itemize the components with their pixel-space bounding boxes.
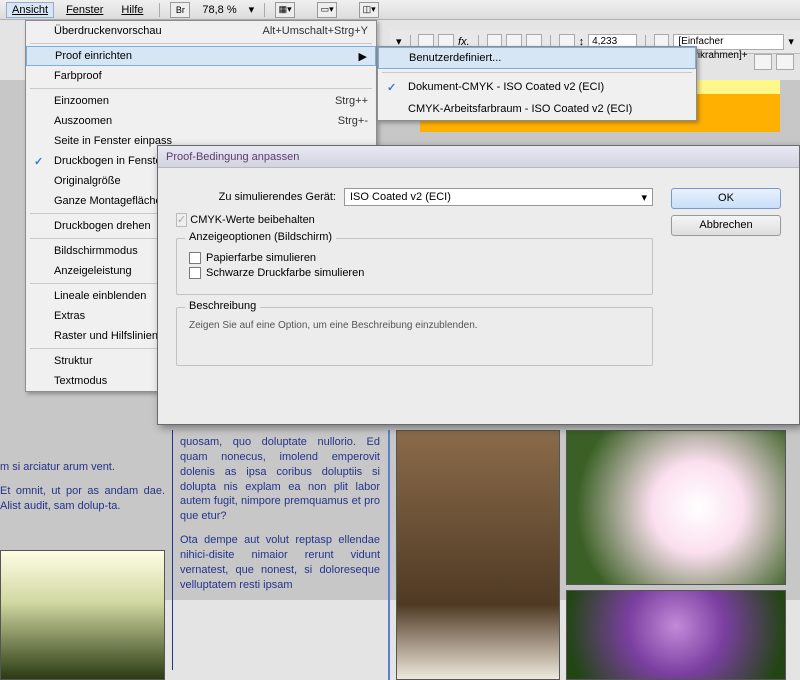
view-mode-icon[interactable]: ▦▾ — [275, 2, 295, 18]
description-legend: Beschreibung — [185, 300, 260, 312]
menu-proof-einrichten[interactable]: Proof einrichten▶ — [26, 46, 376, 66]
menu-fenster[interactable]: Fenster — [60, 2, 109, 18]
text-column-2: quosam, quo doluptate nullorio. Ed quam … — [180, 435, 380, 601]
device-select[interactable]: ISO Coated v2 (ECI)▾ — [344, 188, 653, 206]
screen-mode-icon[interactable]: ▭▾ — [317, 2, 337, 18]
export-icon-1[interactable] — [754, 54, 772, 70]
chevron-right-icon: ▶ — [359, 50, 367, 63]
device-label: Zu simulierendes Gerät: — [176, 191, 336, 203]
cancel-button[interactable]: Abbrechen — [671, 215, 781, 236]
proof-dialog: Proof-Bedingung anpassen Zu simulierende… — [157, 145, 800, 425]
dialog-title: Proof-Bedingung anpassen — [158, 146, 799, 168]
submenu-benutzerdefiniert[interactable]: Benutzerdefiniert... — [378, 47, 696, 69]
menu-ansicht[interactable]: Ansicht — [6, 2, 54, 18]
check-icon: ✓ — [176, 213, 187, 227]
description-text: Zeigen Sie auf eine Option, um eine Besc… — [189, 320, 640, 331]
submenu-cmyk-arbeitsfarbraum[interactable]: CMYK-Arbeitsfarbraum - ISO Coated v2 (EC… — [378, 98, 696, 120]
bridge-icon[interactable]: Br — [170, 2, 190, 18]
image-frame-3[interactable] — [566, 590, 786, 680]
keep-cmyk-checkbox: ✓ CMYK-Werte beibehalten — [176, 214, 653, 226]
black-ink-checkbox[interactable]: Schwarze Druckfarbe simulieren — [189, 267, 640, 279]
image-frame-2[interactable] — [566, 430, 786, 585]
image-landscape — [0, 550, 165, 680]
arrange-icon[interactable]: ◫▾ — [359, 2, 379, 18]
zoom-level[interactable]: 78,8 % — [196, 4, 242, 16]
menu-auszoomen[interactable]: AuszoomenStrg+- — [26, 111, 376, 131]
display-options-legend: Anzeigeoptionen (Bildschirm) — [185, 231, 336, 243]
menubar: Ansicht Fenster Hilfe Br 78,8 % ▾ ▦▾ ▭▾ … — [0, 0, 800, 20]
submenu-dokument-cmyk[interactable]: ✓Dokument-CMYK - ISO Coated v2 (ECI) — [378, 76, 696, 98]
chevron-down-icon[interactable]: ▾ — [249, 3, 255, 16]
menu-farbproof[interactable]: Farbproof — [26, 66, 376, 86]
export-icon-2[interactable] — [776, 54, 794, 70]
proof-submenu: Benutzerdefiniert... ✓Dokument-CMYK - IS… — [377, 46, 697, 121]
menu-ueberdrucken[interactable]: ÜberdruckenvorschauAlt+Umschalt+Strg+Y — [26, 21, 376, 41]
chevron-down-icon[interactable]: ▾ — [788, 35, 794, 48]
text-column-1: m si arciatur arum vent. Et omnit, ut po… — [0, 460, 165, 523]
chevron-down-icon: ▾ — [641, 191, 647, 204]
menu-hilfe[interactable]: Hilfe — [115, 2, 149, 18]
paper-color-checkbox[interactable]: Papierfarbe simulieren — [189, 252, 640, 264]
image-frame-1[interactable] — [396, 430, 560, 680]
ok-button[interactable]: OK — [671, 188, 781, 209]
menu-einzoomen[interactable]: EinzoomenStrg++ — [26, 91, 376, 111]
check-icon: ✓ — [387, 81, 396, 94]
check-icon: ✓ — [34, 155, 43, 168]
